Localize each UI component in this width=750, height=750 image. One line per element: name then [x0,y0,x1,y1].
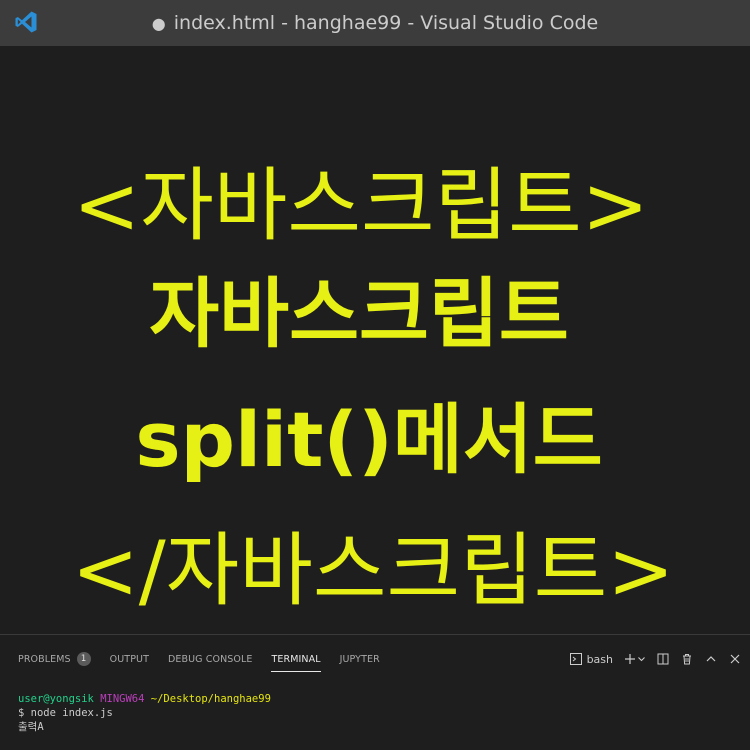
problems-count-badge: 1 [76,652,91,666]
shell-selector[interactable]: bash [569,652,613,666]
trash-icon [683,654,691,665]
window-title-container: ● index.html - hanghae99 - Visual Studio… [0,0,750,46]
prompt-user: user@yongsik [18,693,94,705]
tab-output-label: OUTPUT [109,653,149,665]
prompt-path: ~/Desktop/hanghae99 [150,693,271,705]
editor-line-3: split()메서드 [135,395,603,484]
tab-problems[interactable]: PROBLEMS 1 [18,635,91,683]
tab-jupyter-label: JUPYTER [339,653,380,665]
split-icon [657,653,669,665]
tab-problems-label: PROBLEMS [18,653,71,665]
terminal-icon [569,653,582,665]
editor-line-2: 자바스크립트 [149,269,569,358]
close-icon [730,654,740,664]
editor-line-1: <자바스크립트> [73,159,649,252]
prompt-host: MINGW64 [100,693,145,705]
chevron-up-icon [706,656,716,662]
plus-icon [625,654,635,664]
tab-debug-console-label: DEBUG CONSOLE [167,653,253,665]
bottom-panel: PROBLEMS 1 OUTPUT DEBUG CONSOLE TERMINAL… [0,634,750,750]
tab-terminal-label: TERMINAL [271,653,321,665]
kill-terminal-button[interactable] [680,652,694,666]
editor-area[interactable]: <자바스크립트> 자바스크립트 split()메서드 </자바스크립트> [0,46,750,634]
editor-line-4: </자바스크립트> [71,524,675,617]
panel-toolbar: bash [569,635,742,683]
shell-name: bash [586,652,613,666]
close-panel-button[interactable] [728,652,742,666]
terminal-output-line: 출력A [18,721,44,733]
tab-output[interactable]: OUTPUT [110,635,149,683]
tab-jupyter[interactable]: JUPYTER [340,635,380,683]
unsaved-dot-icon: ● [151,13,166,33]
chevron-down-icon[interactable] [637,652,646,666]
window-title: index.html - hanghae99 - Visual Studio C… [173,12,599,34]
editor-scrollbar[interactable] [742,46,750,634]
split-terminal-button[interactable] [656,652,670,666]
terminal-command: $ node index.js [18,707,113,719]
title-bar: ● index.html - hanghae99 - Visual Studio… [0,0,750,46]
tab-terminal[interactable]: TERMINAL [271,635,321,683]
terminal-output[interactable]: user@yongsik MINGW64 ~/Desktop/hanghae99… [18,692,271,734]
maximize-panel-button[interactable] [704,652,718,666]
tab-debug-console[interactable]: DEBUG CONSOLE [168,635,253,683]
new-terminal-button[interactable] [623,652,646,666]
